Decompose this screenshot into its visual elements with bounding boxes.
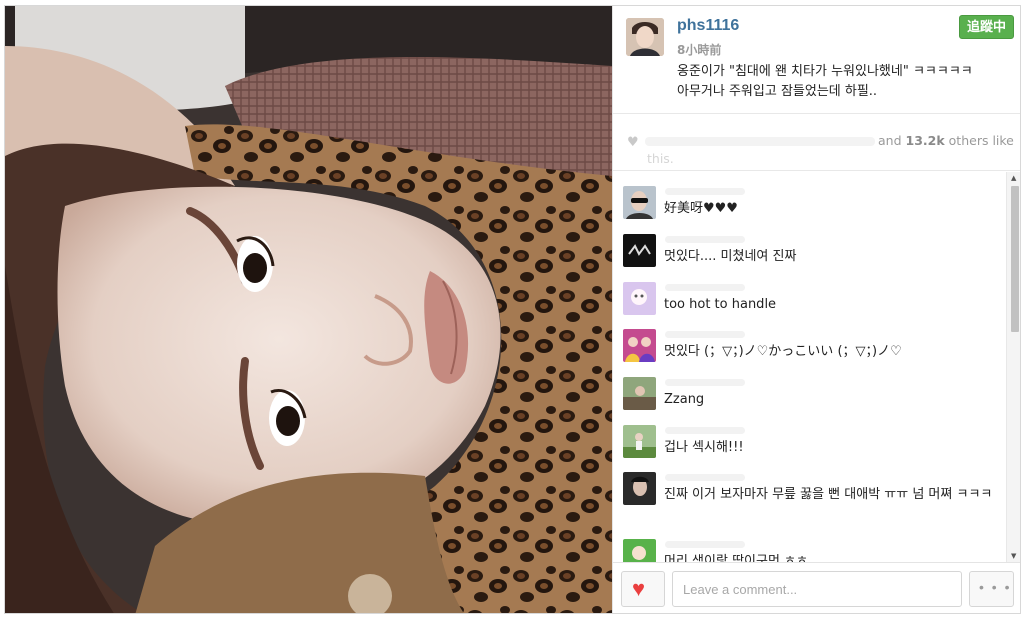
scroll-up-arrow-icon[interactable]: ▲ [1011,174,1016,182]
commenter-name-blurred [665,188,745,195]
commenter-name-blurred [665,379,745,386]
like-button[interactable]: ♥ [621,571,665,607]
post-header: phs1116 8小時前 追蹤中 옹준이가 "침대에 왠 치타가 누워있나했네"… [613,6,1020,114]
heart-icon: ♥ [627,135,639,150]
likes-count: 13.2k [905,133,945,148]
likes-count-text[interactable]: and 13.2k others like [878,133,1014,148]
post-viewer: phs1116 8小時前 追蹤中 옹준이가 "침대에 왠 치타가 누워있나했네"… [4,5,1021,614]
likes-suffix: this. [647,151,674,166]
commenter-avatar[interactable] [623,539,656,562]
liker-names-blurred [645,137,875,146]
caption-line: 옹준이가 "침대에 왠 치타가 누워있나했네" ㅋㅋㅋㅋㅋ [677,64,973,79]
commenter-name-blurred [665,284,745,291]
commenter-avatar[interactable] [623,282,656,315]
comment-text: 好美呀♥♥♥ [664,201,738,216]
comment-text: too hot to handle [664,297,777,312]
post-caption: 옹준이가 "침대에 왠 치타가 누워있나했네" ㅋㅋㅋㅋㅋ 아무거나 주워입고 … [677,62,1013,102]
comment-text: 머리 색이랑 딱이구먼 ㅎㅎ [664,554,808,562]
commenter-avatar[interactable] [623,472,656,505]
scrollbar-thumb[interactable] [1011,186,1019,332]
photo-illustration [5,6,612,613]
commenter-name-blurred [665,474,745,481]
likes-and: and [878,133,902,148]
more-options-button[interactable]: • • • [969,571,1014,607]
avatar-field-image [623,425,656,458]
commenter-name-blurred [665,236,745,243]
likes-others: others like [948,133,1014,148]
post-sidebar: phs1116 8小時前 追蹤中 옹준이가 "침대에 왠 치타가 누워있나했네"… [612,6,1020,613]
post-timestamp[interactable]: 8小時前 [677,41,721,58]
comment-text: 겁나 섹시해!!! [664,440,744,455]
heart-icon: ♥ [632,576,646,601]
comment-text: 멋있다 (；▽；)ノ♡かっこいい (；▽；)ノ♡ [664,344,902,359]
avatar-outdoor-image [623,377,656,410]
comment-input[interactable] [672,571,962,607]
comment-scrollbar[interactable]: ▲ ▼ [1006,172,1020,562]
commenter-avatar[interactable] [623,329,656,362]
commenter-avatar[interactable] [623,425,656,458]
caption-line: 아무거나 주워입고 잠들었는데 하필.. [677,84,878,99]
avatar-green-sticker-image [623,539,656,562]
comment-footer: ♥ • • • [613,562,1020,613]
commenter-name-blurred [665,427,745,434]
avatar-lilac-sticker-image [623,282,656,315]
post-photo[interactable] [5,6,612,613]
commenter-name-blurred [665,331,745,338]
comment-text: 멋있다.... 미쳤네여 진짜 [664,249,797,264]
author-avatar-image [626,18,664,56]
author-avatar[interactable] [626,18,664,56]
avatar-sunglasses-image [623,186,656,219]
comment-list[interactable]: 好美呀♥♥♥ 멋있다.... 미쳤네여 진짜 too hot to handle [613,172,1006,562]
commenter-name-blurred [665,541,745,548]
comment-text: 진짜 이거 보자마자 무릎 꿇을 뻔 대애박 ㅠㅠ 넘 머쪄 ㅋㅋㅋ [664,487,993,502]
author-username[interactable]: phs1116 [677,17,739,35]
commenter-avatar[interactable] [623,234,656,267]
more-dots-icon: • • • [979,579,1012,595]
commenter-avatar[interactable] [623,186,656,219]
scroll-down-arrow-icon[interactable]: ▼ [1011,552,1016,560]
likes-summary: ♥ and 13.2k others like this. [613,115,1020,171]
avatar-dark-portrait-image [623,472,656,505]
following-button[interactable]: 追蹤中 [958,15,1014,39]
comment-text: Zzang [664,392,705,407]
commenter-avatar[interactable] [623,377,656,410]
avatar-dark-logo-image [623,234,656,267]
avatar-girl-group-image [623,329,656,362]
